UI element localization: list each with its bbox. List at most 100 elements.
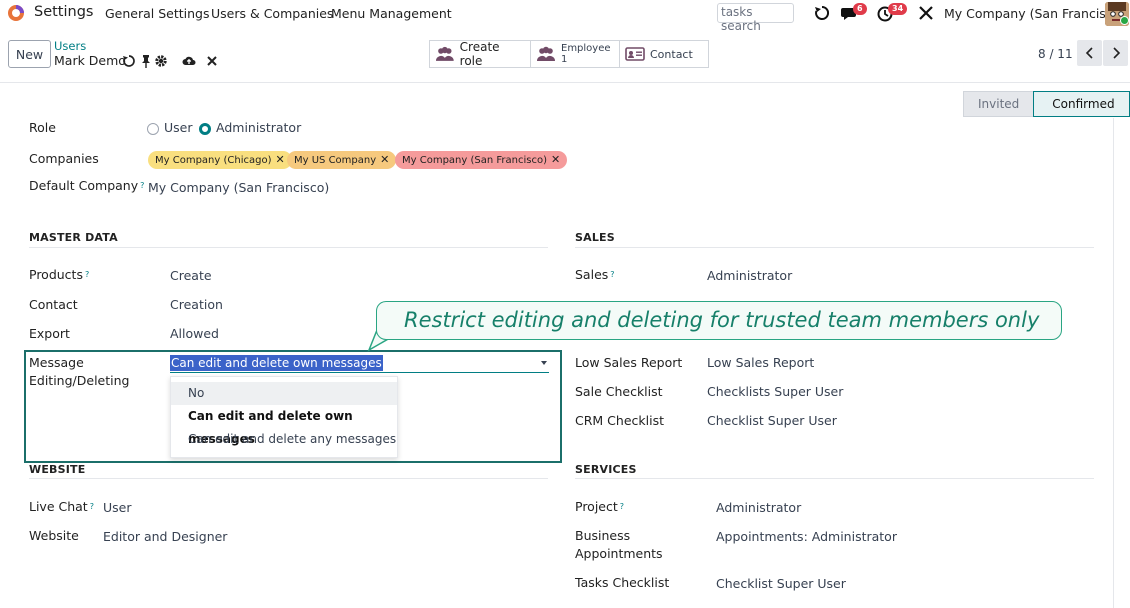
products-value[interactable]: Create (170, 267, 212, 285)
crm-checklist-value[interactable]: Checklist Super User (707, 412, 837, 430)
contact-field-label: Contact (29, 297, 78, 312)
role-user-option[interactable]: User (147, 119, 193, 137)
new-button[interactable]: New (8, 40, 51, 68)
sale-checklist-label: Sale Checklist (575, 384, 663, 399)
chevron-left-icon (1085, 47, 1093, 59)
companies-label: Companies (29, 151, 99, 166)
export-label: Export (29, 326, 70, 341)
dropdown-option-own[interactable]: Can edit and delete own messages (171, 405, 397, 446)
annotation-callout: Restrict editing and deleting for truste… (376, 301, 1062, 340)
dropdown-option-any[interactable]: Can edit and delete any messages (171, 428, 397, 451)
role-admin-text: Administrator (216, 120, 302, 135)
message-label-line1: Message (29, 355, 84, 370)
sales-value[interactable]: Administrator (707, 267, 792, 285)
website-label: Website (29, 528, 79, 543)
menu-users-companies[interactable]: Users & Companies (211, 6, 333, 21)
menu-menu-management[interactable]: Menu Management (331, 6, 452, 21)
company-tag-label: My Company (San Francisco) (402, 155, 547, 166)
company-tag-label: My Company (Chicago) (155, 155, 272, 166)
tasks-checklist-value[interactable]: Checklist Super User (716, 575, 846, 593)
message-editing-select[interactable]: Can edit and delete own messages (170, 354, 549, 373)
section-divider (575, 478, 1094, 479)
company-tag: My Company (San Francisco) ✕ (395, 151, 568, 169)
project-value[interactable]: Administrator (716, 499, 801, 517)
company-switcher[interactable]: My Company (San Francisco) (944, 6, 1125, 21)
dropdown-option-no[interactable]: No (171, 382, 397, 405)
live-chat-value[interactable]: User (103, 499, 132, 517)
top-navbar: Settings General Settings Users & Compan… (0, 0, 1130, 33)
stage-invited[interactable]: Invited (963, 91, 1035, 117)
company-tag: My Company (Chicago) ✕ (148, 151, 292, 169)
debug-tools-icon[interactable] (916, 4, 936, 22)
low-sales-report-label: Low Sales Report (575, 355, 683, 370)
contact-button[interactable]: Contact (620, 41, 708, 67)
sheet-border (1113, 118, 1114, 608)
low-sales-report-value[interactable]: Low Sales Report (707, 354, 814, 372)
employee-label: Employee (561, 43, 611, 54)
gear-icon[interactable] (154, 54, 168, 68)
role-label: Role (29, 120, 56, 135)
tasks-search-input[interactable]: tasks search (717, 3, 794, 33)
project-label: Project? (575, 498, 624, 516)
default-company-label: Default Company? (29, 177, 144, 195)
contact-card-icon (625, 47, 645, 61)
contact-field-value[interactable]: Creation (170, 296, 223, 314)
radio-administrator[interactable] (199, 122, 211, 135)
section-title-sales: SALES (575, 231, 615, 244)
section-divider (29, 247, 548, 248)
crm-checklist-label: CRM Checklist (575, 413, 664, 428)
revert-changes-icon[interactable] (122, 54, 136, 68)
create-role-button[interactable]: Create role (430, 40, 531, 68)
products-label-text: Products (29, 267, 83, 282)
help-tooltip-icon[interactable]: ? (85, 270, 89, 279)
products-label: Products? (29, 266, 89, 284)
app-name[interactable]: Settings (34, 4, 93, 20)
employee-count: 1 (561, 54, 568, 65)
create-role-label: Create role (459, 40, 500, 68)
remove-tag-icon[interactable]: ✕ (275, 153, 284, 166)
message-select-value[interactable]: Can edit and delete own messages (170, 355, 383, 371)
search-placeholder: tasks search (721, 5, 761, 33)
company-tag-label: My US Company (294, 155, 377, 166)
section-divider (29, 478, 548, 479)
control-panel: New Users Mark Demo Create role Employee… (0, 33, 1130, 83)
export-value[interactable]: Allowed (170, 325, 219, 343)
smart-buttons: Create role Employee 1 Contact (429, 40, 709, 68)
radio-user[interactable] (147, 122, 159, 135)
remove-tag-icon[interactable]: ✕ (380, 153, 389, 166)
pager-value[interactable]: 8 / 11 (1038, 47, 1073, 61)
website-value[interactable]: Editor and Designer (103, 528, 227, 546)
default-company-label-text: Default Company (29, 178, 139, 193)
help-tooltip-icon[interactable]: ? (610, 270, 614, 279)
help-tooltip-icon[interactable]: ? (90, 502, 94, 511)
activities-badge: 34 (888, 3, 908, 15)
tasks-checklist-label: Tasks Checklist (575, 575, 670, 590)
menu-general-settings[interactable]: General Settings (105, 6, 210, 21)
discard-close-icon[interactable] (205, 54, 219, 68)
employee-button[interactable]: Employee 1 (531, 41, 620, 67)
app-logo-icon[interactable] (7, 4, 25, 22)
message-label-line2: Editing/Deleting (29, 373, 130, 388)
caret-down-icon[interactable] (541, 361, 547, 365)
pager-previous-button[interactable] (1077, 40, 1102, 66)
help-tooltip-icon[interactable]: ? (140, 181, 144, 190)
sales-label-text: Sales (575, 267, 609, 282)
sale-checklist-value[interactable]: Checklists Super User (707, 383, 843, 401)
role-admin-option[interactable]: Administrator (199, 119, 301, 137)
message-dropdown-menu: No Can edit and delete own messages Can … (170, 376, 398, 458)
business-appointments-value[interactable]: Appointments: Administrator (716, 528, 897, 546)
messages-badge: 6 (853, 3, 867, 15)
section-title-services: SERVICES (575, 463, 637, 476)
section-divider (575, 247, 1094, 248)
save-cloud-icon[interactable] (182, 54, 196, 68)
default-company-value[interactable]: My Company (San Francisco) (148, 179, 329, 197)
remove-tag-icon[interactable]: ✕ (551, 153, 560, 166)
breadcrumb-users[interactable]: Users (54, 39, 86, 53)
business-appointments-label-line2: Appointments (575, 546, 663, 561)
help-tooltip-icon[interactable]: ? (620, 502, 624, 511)
refresh-icon[interactable] (812, 4, 832, 22)
stage-confirmed[interactable]: Confirmed (1033, 91, 1130, 117)
section-title-website: WEBSITE (29, 463, 86, 476)
pin-icon[interactable] (139, 54, 153, 68)
pager-next-button[interactable] (1103, 40, 1128, 66)
